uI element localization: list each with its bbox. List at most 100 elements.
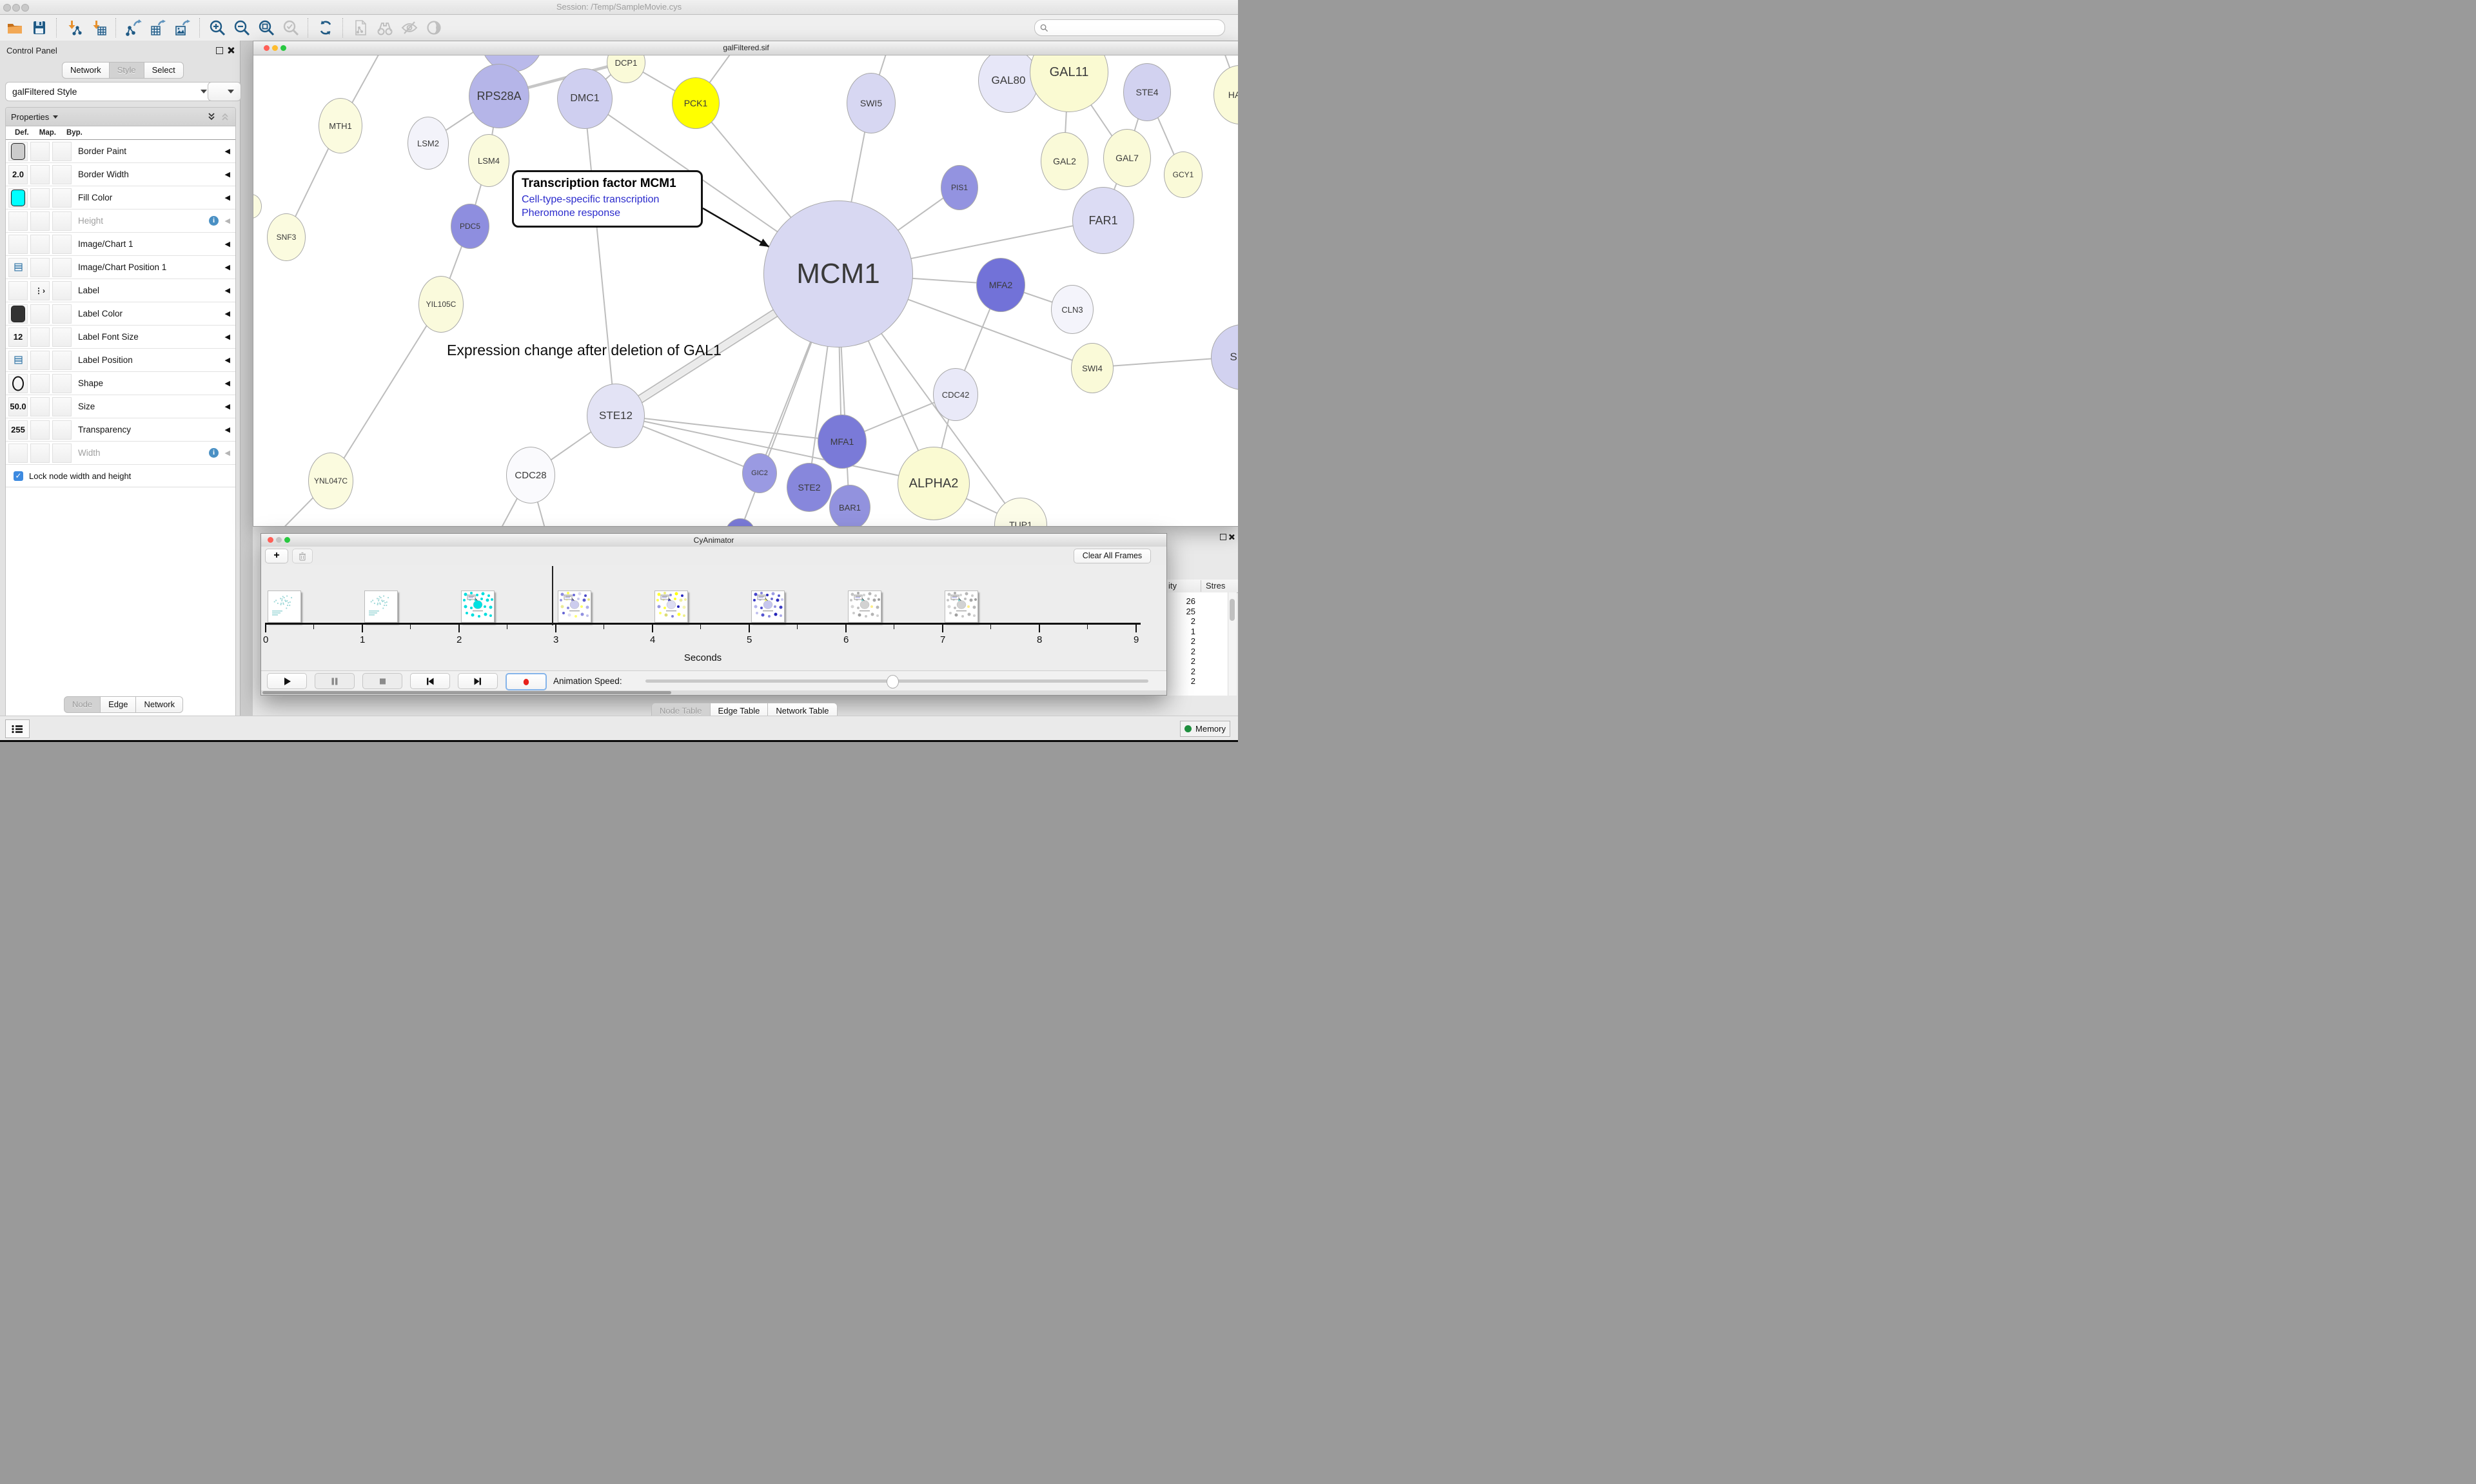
expand-row-icon[interactable]: ◀ <box>225 356 230 364</box>
tab-style[interactable]: Style <box>110 62 144 79</box>
node-cdc42[interactable]: CDC42 <box>933 368 978 421</box>
expand-row-icon[interactable]: ◀ <box>225 449 230 457</box>
mapping-cell[interactable] <box>30 235 50 254</box>
default-value-cell[interactable]: 50.0 <box>8 397 28 416</box>
expand-row-icon[interactable]: ◀ <box>225 379 230 387</box>
default-value-cell[interactable]: 12 <box>8 327 28 347</box>
mapping-cell[interactable] <box>30 258 50 277</box>
bypass-cell[interactable] <box>52 304 72 324</box>
node-mfa1[interactable]: MFA1 <box>818 415 867 469</box>
window-minimize-icon[interactable] <box>12 4 20 12</box>
frame-thumbnail-3[interactable] <box>558 591 591 623</box>
column-header-stress[interactable]: Stres <box>1206 581 1225 591</box>
bypass-cell[interactable] <box>52 281 72 300</box>
bypass-cell[interactable] <box>52 188 72 208</box>
bypass-cell[interactable] <box>52 444 72 463</box>
expand-row-icon[interactable]: ◀ <box>225 425 230 434</box>
node-gal2[interactable]: GAL2 <box>1041 132 1088 190</box>
default-value-cell[interactable] <box>8 374 28 393</box>
default-value-cell[interactable] <box>8 188 28 208</box>
properties-header[interactable]: Properties <box>6 108 235 126</box>
delete-frame-button[interactable] <box>292 549 313 563</box>
stop-button[interactable] <box>362 673 402 689</box>
mapping-cell[interactable] <box>30 211 50 231</box>
node-mfa2[interactable]: MFA2 <box>976 258 1025 312</box>
bypass-cell[interactable] <box>52 258 72 277</box>
network-from-document-icon[interactable] <box>351 18 370 37</box>
property-row-height[interactable]: Heighti◀ <box>6 210 235 233</box>
node-lsm2[interactable]: LSM2 <box>408 117 449 170</box>
table-cell-value[interactable]: 2 <box>1163 647 1195 656</box>
property-row-label-color[interactable]: Label Color◀ <box>6 302 235 326</box>
zoom-selected-icon[interactable] <box>281 18 300 37</box>
expand-row-icon[interactable]: ◀ <box>225 309 230 318</box>
property-row-shape[interactable]: Shape◀ <box>6 372 235 395</box>
add-frame-button[interactable]: + <box>265 549 288 563</box>
frames-timeline[interactable]: 0123456789Seconds <box>261 565 1166 670</box>
node-yil105c[interactable]: YIL105C <box>418 276 464 333</box>
import-network-icon[interactable] <box>64 18 84 37</box>
hide-details-icon[interactable] <box>400 18 419 37</box>
save-session-icon[interactable] <box>30 18 49 37</box>
node-swi4[interactable]: SWI4 <box>1071 343 1114 393</box>
expand-row-icon[interactable]: ◀ <box>225 263 230 271</box>
node-bar1[interactable]: BAR1 <box>829 485 870 526</box>
tab-edge[interactable]: Edge <box>101 696 136 713</box>
mapping-cell[interactable] <box>30 304 50 324</box>
expand-row-icon[interactable]: ◀ <box>225 147 230 155</box>
minimize-window-icon[interactable] <box>276 537 282 543</box>
property-row-label-position[interactable]: Label Position◀ <box>6 349 235 372</box>
node-swi5[interactable]: SWI5 <box>847 73 896 133</box>
skip-to-start-button[interactable] <box>410 673 450 689</box>
node-ste4[interactable]: STE4 <box>1123 63 1171 121</box>
expand-row-icon[interactable]: ◀ <box>225 193 230 202</box>
frame-thumbnail-4[interactable] <box>654 591 688 623</box>
node-pdc5[interactable]: PDC5 <box>451 204 489 249</box>
frame-thumbnail-6[interactable] <box>848 591 881 623</box>
expand-row-icon[interactable]: ◀ <box>225 170 230 179</box>
clear-all-frames-button[interactable]: Clear All Frames <box>1074 549 1151 563</box>
table-cell-value[interactable]: 2 <box>1163 616 1195 626</box>
node-gal7[interactable]: GAL7 <box>1103 129 1151 187</box>
table-cell-value[interactable]: 2 <box>1163 636 1195 646</box>
bypass-cell[interactable] <box>52 374 72 393</box>
node-rps28a[interactable]: RPS28A <box>469 64 529 128</box>
bypass-cell[interactable] <box>52 351 72 370</box>
table-cell-value[interactable]: 25 <box>1163 607 1195 616</box>
bypass-cell[interactable] <box>52 142 72 161</box>
mapping-cell[interactable] <box>30 374 50 393</box>
timeline-scrollbar[interactable] <box>261 690 1166 695</box>
network-window-titlebar[interactable]: galFiltered.sif <box>253 41 1238 55</box>
node-dmc1[interactable]: DMC1 <box>557 68 613 129</box>
mapping-cell[interactable] <box>30 444 50 463</box>
default-value-cell[interactable] <box>8 304 28 324</box>
lock-checkbox[interactable]: ✓ <box>14 471 23 481</box>
property-row-label-font-size[interactable]: 12Label Font Size◀ <box>6 326 235 349</box>
frame-thumbnail-2[interactable] <box>461 591 495 623</box>
table-cell-value[interactable]: 2 <box>1163 667 1195 676</box>
expand-row-icon[interactable]: ◀ <box>225 333 230 341</box>
tab-network[interactable]: Network <box>136 696 183 713</box>
play-button[interactable] <box>267 673 307 689</box>
default-value-cell[interactable] <box>8 235 28 254</box>
find-icon[interactable] <box>375 18 395 37</box>
expand-all-icon[interactable] <box>206 112 217 122</box>
bypass-cell[interactable] <box>52 235 72 254</box>
frame-thumbnail-7[interactable] <box>945 591 978 623</box>
frame-thumbnail-0[interactable] <box>268 591 301 623</box>
slider-thumb[interactable] <box>887 675 899 688</box>
float-panel-icon[interactable] <box>216 47 223 54</box>
search-input[interactable] <box>1052 23 1219 33</box>
cyanimator-titlebar[interactable]: CyAnimator <box>261 534 1166 547</box>
default-value-cell[interactable] <box>8 211 28 231</box>
frame-thumbnail-5[interactable] <box>751 591 785 623</box>
info-icon[interactable]: i <box>209 216 219 226</box>
node-alpha2[interactable]: ALPHA2 <box>898 447 970 520</box>
node-ynl047c[interactable]: YNL047C <box>308 453 353 509</box>
property-row-width[interactable]: Widthi◀ <box>6 442 235 465</box>
node-snf3[interactable]: SNF3 <box>267 213 306 261</box>
property-row-image-chart-1[interactable]: Image/Chart 1◀ <box>6 233 235 256</box>
animation-speed-slider[interactable] <box>645 679 1148 683</box>
mapping-cell[interactable] <box>30 327 50 347</box>
column-header-centrality[interactable]: ity <box>1168 581 1177 591</box>
